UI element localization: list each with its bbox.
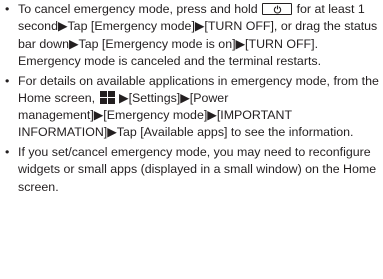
bullet: •	[5, 2, 10, 16]
bullet: •	[5, 145, 10, 159]
instruction-page: • To cancel emergency mode, press and ho…	[0, 0, 383, 279]
bullet: •	[5, 73, 10, 88]
apps-grid-icon	[99, 90, 115, 104]
list-item-reconfigure-widgets: • If you set/cancel emergency mode, you …	[3, 144, 379, 196]
item-text-part-1: To cancel emergency mode, press and hold	[18, 2, 258, 16]
list-item-cancel-emergency: • To cancel emergency mode, press and ho…	[3, 1, 379, 70]
item-text: If you set/cancel emergency mode, you ma…	[18, 145, 377, 194]
power-icon	[273, 5, 282, 14]
list-item-available-apps: • For details on available applications …	[3, 73, 379, 142]
instruction-list: • To cancel emergency mode, press and ho…	[3, 1, 379, 196]
power-key-icon	[262, 3, 293, 15]
